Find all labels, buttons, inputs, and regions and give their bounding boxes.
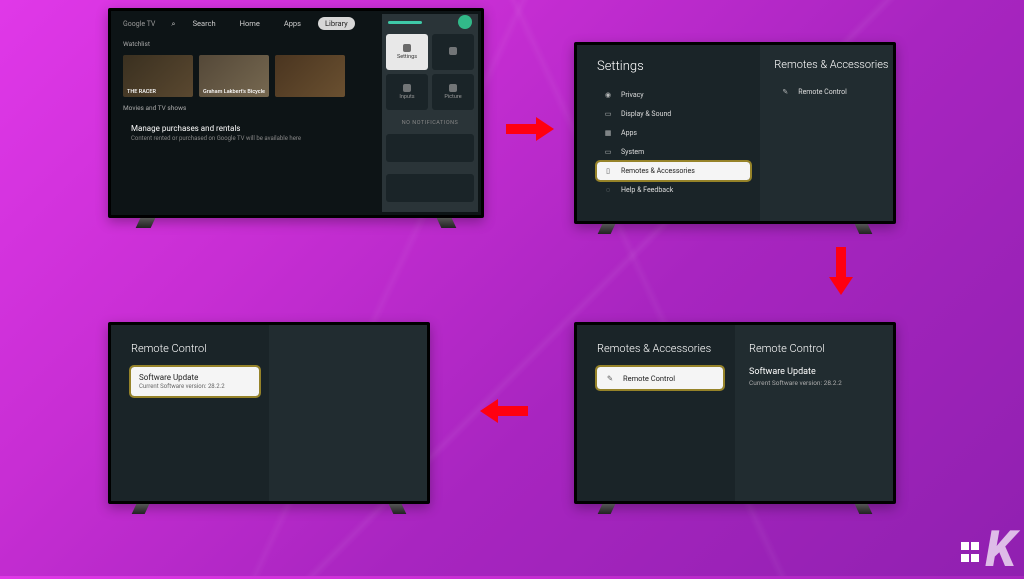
manage-card[interactable]: Manage purchases and rentals Content ren… — [123, 118, 363, 148]
settings-title: Settings — [597, 59, 760, 74]
shield-icon: ◉ — [603, 90, 613, 100]
manage-title: Manage purchases and rentals — [131, 124, 355, 133]
tv1-screen: Google TV ⌕ Search Home Apps Library Wat… — [111, 11, 481, 215]
system-icon: ▭ — [603, 147, 613, 157]
tv2-right-col: Remotes & Accessories ✎ Remote Control — [760, 45, 893, 221]
tv4-title: Remote Control — [131, 343, 269, 355]
arrow-down-icon — [832, 247, 850, 295]
tile-bicycle[interactable]: Graham Lakbert's Bicycle — [199, 55, 269, 97]
tv-step-4: Remote Control Software Update Current S… — [108, 322, 430, 504]
watermark-dots — [961, 542, 977, 562]
remote-control-label: Remote Control — [798, 88, 847, 96]
settings-apps[interactable]: ▦ Apps — [597, 124, 750, 142]
remote-icon: ✎ — [780, 87, 790, 97]
arrow-left-icon — [480, 402, 528, 420]
settings-remotes[interactable]: ▯ Remotes & Accessories — [597, 162, 750, 180]
panel-picture-label: Picture — [444, 94, 461, 100]
remote-icon: ▯ — [603, 166, 613, 176]
watermark: K — [961, 530, 1016, 570]
remote-control-item[interactable]: ✎ Remote Control — [774, 83, 883, 101]
panel-top — [382, 14, 478, 30]
tv4-right-col — [269, 325, 427, 501]
logo: Google TV — [123, 20, 155, 28]
apps-icon: ▦ — [603, 128, 613, 138]
tile-bicycle-label: Graham Lakbert's Bicycle — [203, 89, 265, 95]
tv3-left-title-text: Remotes & Accessories — [597, 342, 711, 355]
remote-icon: ✎ — [605, 373, 615, 383]
quick-settings-panel: Settings Inputs Picture NO NOTIFICATIONS — [382, 14, 478, 212]
picture-icon — [449, 84, 457, 92]
settings-system[interactable]: ▭ System — [597, 143, 750, 161]
tab-search[interactable]: Search — [186, 17, 223, 30]
software-update-title: Software Update — [749, 367, 893, 377]
remote-control-label: Remote Control — [623, 374, 675, 383]
settings-apps-label: Apps — [621, 129, 637, 137]
panel-settings-label: Settings — [397, 54, 417, 60]
tv2-left-col: Settings ◉ Privacy ▭ Display & Sound ▦ A… — [577, 45, 760, 221]
panel-bottom-2[interactable] — [386, 174, 474, 202]
tv4-screen: Remote Control Software Update Current S… — [111, 325, 427, 501]
sw-title: Software Update — [139, 373, 251, 382]
settings-help[interactable]: ◌ Help & Feedback — [597, 181, 750, 199]
panel-bottom — [382, 130, 478, 166]
panel-grid: Settings Inputs Picture — [382, 30, 478, 114]
panel-inputs[interactable]: Inputs — [386, 74, 428, 110]
tv-step-3: Remotes & Accessories ✎ Remote Control R… — [574, 322, 896, 504]
settings-privacy-label: Privacy — [621, 91, 644, 99]
arrow-right-icon — [506, 120, 554, 138]
settings-display[interactable]: ▭ Display & Sound — [597, 105, 750, 123]
no-notifications: NO NOTIFICATIONS — [382, 120, 478, 126]
panel-cell-2[interactable] — [432, 34, 474, 70]
sw-sub: Current Software version: 28.2.2 — [139, 383, 251, 390]
tab-library[interactable]: Library — [318, 17, 355, 30]
tv4-title-text: Remote Control — [131, 342, 207, 355]
panel-settings[interactable]: Settings — [386, 34, 428, 70]
tv2-screen: Settings ◉ Privacy ▭ Display & Sound ▦ A… — [577, 45, 893, 221]
remotes-title-text: Remotes & Accessories — [774, 58, 888, 71]
wifi-icon — [449, 47, 457, 55]
tv4-left-col: Remote Control Software Update Current S… — [111, 325, 269, 501]
panel-bottom-1[interactable] — [386, 134, 474, 162]
settings-display-label: Display & Sound — [621, 110, 671, 118]
tv3-right-title-text: Remote Control — [749, 342, 825, 355]
display-icon: ▭ — [603, 109, 613, 119]
tile-racer-label: THE RACER — [127, 89, 156, 95]
tv3-right-title: Remote Control — [749, 343, 893, 355]
remote-control-selected[interactable]: ✎ Remote Control — [597, 367, 723, 389]
settings-system-label: System — [621, 148, 644, 156]
search-icon[interactable]: ⌕ — [171, 19, 175, 29]
help-icon: ◌ — [603, 185, 613, 195]
tab-home[interactable]: Home — [233, 17, 267, 30]
watermark-k: K — [985, 530, 1016, 570]
profile-bar[interactable] — [388, 21, 422, 24]
gear-icon — [403, 44, 411, 52]
software-update-selected[interactable]: Software Update Current Software version… — [131, 367, 259, 396]
tv3-left-title: Remotes & Accessories — [597, 343, 735, 355]
tv-step-2: Settings ◉ Privacy ▭ Display & Sound ▦ A… — [574, 42, 896, 224]
tile-racer[interactable]: THE RACER — [123, 55, 193, 97]
remotes-title: Remotes & Accessories — [774, 59, 893, 71]
tv3-left-col: Remotes & Accessories ✎ Remote Control — [577, 325, 735, 501]
panel-picture[interactable]: Picture — [432, 74, 474, 110]
manage-sub: Content rented or purchased on Google TV… — [131, 135, 355, 142]
tv3-screen: Remotes & Accessories ✎ Remote Control R… — [577, 325, 893, 501]
tile-3[interactable] — [275, 55, 345, 97]
software-update-sub: Current Software version: 28.2.2 — [749, 379, 893, 387]
input-icon — [403, 84, 411, 92]
settings-help-label: Help & Feedback — [621, 186, 673, 194]
tv3-right-col: Remote Control Software Update Current S… — [735, 325, 893, 501]
panel-inputs-label: Inputs — [399, 94, 414, 100]
avatar[interactable] — [458, 15, 472, 29]
settings-privacy[interactable]: ◉ Privacy — [597, 86, 750, 104]
panel-bottom-2r — [382, 170, 478, 206]
tv-step-1: Google TV ⌕ Search Home Apps Library Wat… — [108, 8, 484, 218]
settings-remotes-label: Remotes & Accessories — [621, 167, 695, 175]
tab-apps[interactable]: Apps — [277, 17, 308, 30]
